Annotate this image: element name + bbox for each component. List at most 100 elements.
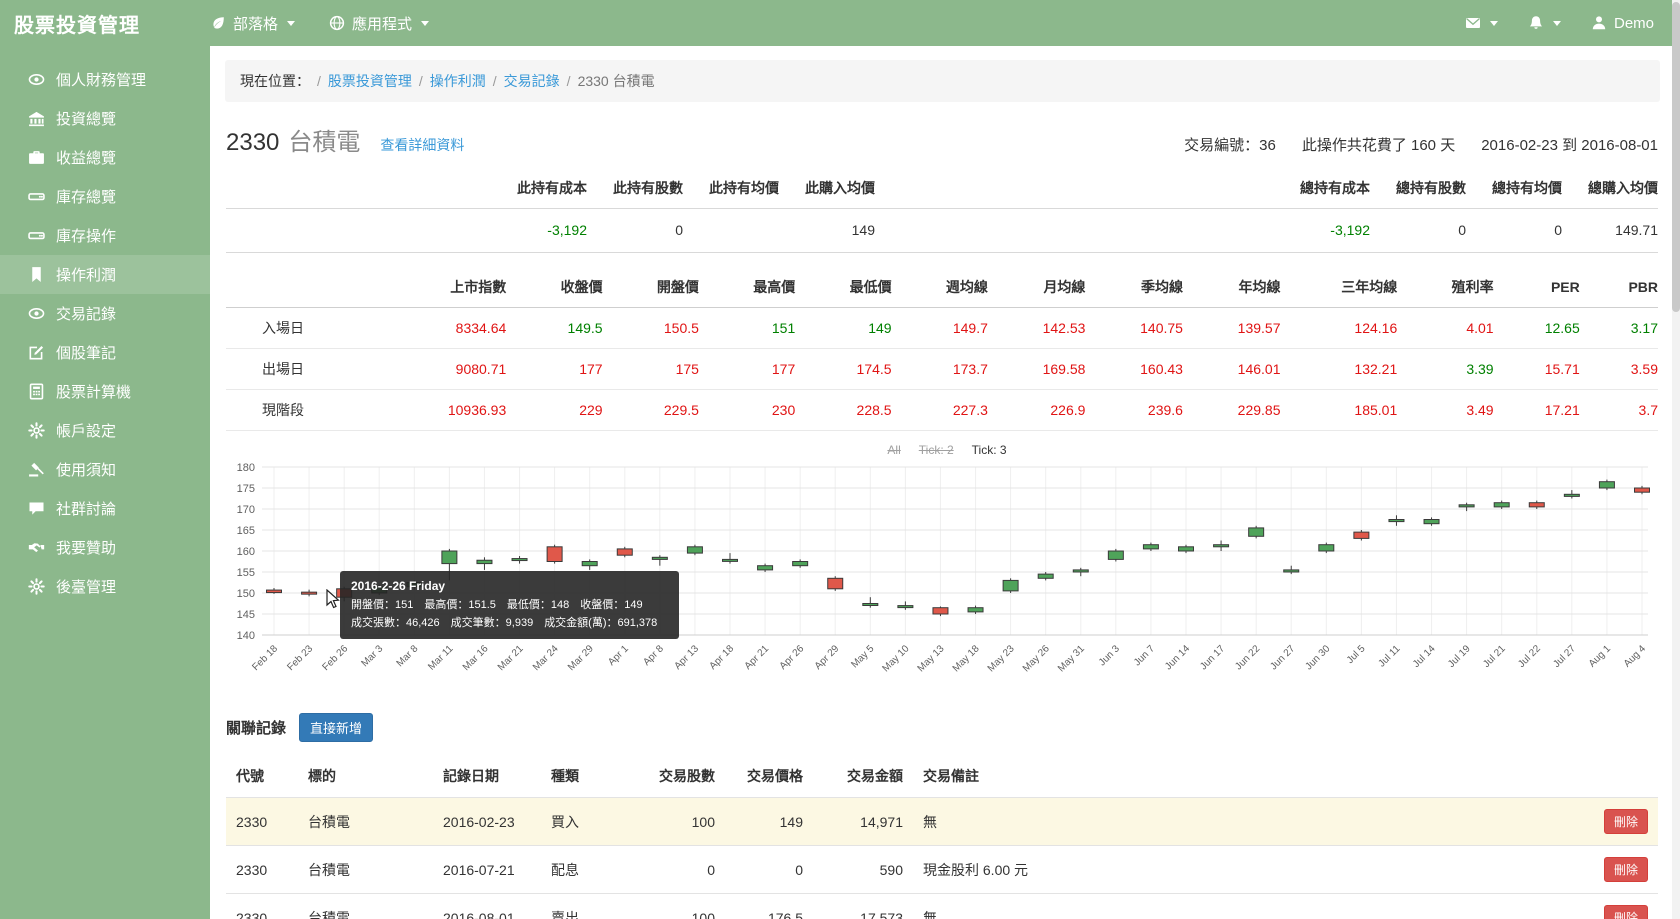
scrollbar-thumb[interactable] <box>1672 2 1680 312</box>
metrics-col-header: PBR <box>1579 267 1658 308</box>
sidebar-item-hdd[interactable]: 庫存總覽 <box>0 177 210 216</box>
candle[interactable] <box>897 605 914 609</box>
candle[interactable] <box>757 565 774 571</box>
tooltip-value: 最高價：151.5 <box>424 599 496 612</box>
metrics-value: 10936.93 <box>386 389 507 431</box>
tooltip-body: 開盤價：151 最高價：151.5 最低價：148 收盤價：149 成交張數：46,42… <box>351 597 668 632</box>
sidebar-item-hdd[interactable]: 庫存操作 <box>0 216 210 255</box>
candle[interactable] <box>1528 502 1545 508</box>
candle[interactable] <box>1142 544 1159 550</box>
metrics-value: 151 <box>698 307 796 349</box>
candle[interactable] <box>1353 531 1370 539</box>
delete-button[interactable]: 刪除 <box>1603 905 1648 919</box>
x-axis-label: Apr 29 <box>813 643 842 672</box>
candle[interactable] <box>1493 502 1510 508</box>
candle[interactable] <box>1037 573 1054 579</box>
table-row: 2330 台積電 2016-07-21 配息 0 0 590 現金股利 6.00 元刪除 <box>226 845 1658 894</box>
candle[interactable] <box>441 550 458 565</box>
related-cell: 2016-08-01 <box>433 893 541 919</box>
x-axis-label: Mar 21 <box>496 643 526 673</box>
legend-item[interactable]: Tick: 3 <box>972 443 1007 457</box>
candle[interactable] <box>932 607 949 615</box>
candle[interactable] <box>1423 519 1440 525</box>
candle[interactable] <box>1107 550 1124 560</box>
candle[interactable] <box>1563 493 1580 497</box>
candle[interactable] <box>266 589 282 594</box>
gavel-icon <box>28 461 45 478</box>
user-menu[interactable]: Demo <box>1591 15 1654 32</box>
sidebar-item-briefcase[interactable]: 收益總覽 <box>0 138 210 177</box>
chevron-down-icon <box>1489 20 1498 26</box>
metrics-value: 146.01 <box>1182 348 1281 390</box>
candle[interactable] <box>1283 569 1300 573</box>
related-col-header: 交易股數 <box>659 768 715 784</box>
metrics-value: 140.75 <box>1085 307 1183 349</box>
candle[interactable] <box>722 558 738 562</box>
sidebar-item-gear[interactable]: 後臺管理 <box>0 567 210 606</box>
delete-button[interactable]: 刪除 <box>1603 857 1648 882</box>
nav-menu-blog[interactable]: 部落格 <box>210 13 296 34</box>
messages-dropdown[interactable] <box>1465 15 1498 31</box>
candle[interactable] <box>792 561 809 567</box>
candle[interactable] <box>1178 546 1194 552</box>
sidebar-item-bookmark[interactable]: 操作利潤 <box>0 255 210 294</box>
candle[interactable] <box>651 556 668 560</box>
candle[interactable] <box>1388 519 1405 523</box>
candle[interactable] <box>1458 504 1475 508</box>
legend-item[interactable]: Tick: 2 <box>919 443 954 457</box>
candle[interactable] <box>1634 487 1650 493</box>
sidebar-item-bank[interactable]: 投資總覽 <box>0 99 210 138</box>
candle[interactable] <box>616 548 633 556</box>
view-detail-link[interactable]: 查看詳細資料 <box>380 135 464 155</box>
metrics-row-label: 入場日 <box>226 307 386 349</box>
candle[interactable] <box>581 561 598 567</box>
gear-icon <box>28 578 45 595</box>
metrics-value: 3.59 <box>1579 348 1658 390</box>
metrics-value: 12.65 <box>1493 307 1580 349</box>
sidebar-item-gavel[interactable]: 使用須知 <box>0 450 210 489</box>
sidebar-item-eye[interactable]: 個人財務管理 <box>0 60 210 99</box>
add-record-button[interactable]: 直接新增 <box>299 713 374 742</box>
related-heading: 關聯記錄 <box>226 720 287 737</box>
related-cell: 0 <box>725 845 813 894</box>
tooltip-value: 成交金額(萬)：691,378 <box>544 616 658 629</box>
sidebar-item-gear[interactable]: 帳戶設定 <box>0 411 210 450</box>
candle[interactable] <box>1213 544 1230 548</box>
metrics-row-label: 現階段 <box>226 389 386 431</box>
candle[interactable] <box>686 546 703 554</box>
breadcrumb-link[interactable]: 交易記錄 <box>504 73 560 89</box>
delete-button[interactable]: 刪除 <box>1603 809 1648 834</box>
breadcrumb-separator: / <box>566 73 571 89</box>
stock-code: 2330 <box>226 129 280 156</box>
tooltip-row: 成交張數：46,426 成交筆數：9,939 成交金額(萬)：691,378 <box>351 615 668 633</box>
candle[interactable] <box>1072 569 1089 573</box>
candle[interactable] <box>1248 527 1265 537</box>
sidebar-item-pencil[interactable]: 個股筆記 <box>0 333 210 372</box>
scrollbar[interactable] <box>1672 0 1680 919</box>
candle[interactable] <box>827 577 844 590</box>
candle[interactable] <box>476 559 493 565</box>
candle[interactable] <box>511 558 528 562</box>
y-axis-label: 140 <box>237 630 255 642</box>
chart-tooltip: 2016-2-26 Friday 開盤價：151 最高價：151.5 最低價：148… <box>340 571 680 640</box>
candle[interactable] <box>1002 579 1019 592</box>
sidebar-item-eye[interactable]: 交易記錄 <box>0 294 210 333</box>
sidebar-item-comment[interactable]: 社群討論 <box>0 489 210 528</box>
sidebar-item-handshake[interactable]: 我要贊助 <box>0 528 210 567</box>
candle[interactable] <box>967 607 984 613</box>
candle[interactable] <box>1598 481 1615 489</box>
nav-menu-apps[interactable]: 應用程式 <box>329 13 430 34</box>
legend-item[interactable]: All <box>887 443 900 457</box>
related-cell-actions: 刪除 <box>1588 845 1658 894</box>
holdings-col-header: 總持有均價 <box>1492 180 1562 196</box>
x-axis-label: Jul 27 <box>1551 643 1578 670</box>
candle[interactable] <box>301 591 318 595</box>
notifications-dropdown[interactable] <box>1528 15 1561 31</box>
candle[interactable] <box>546 546 563 563</box>
breadcrumb-link[interactable]: 操作利潤 <box>430 73 486 89</box>
breadcrumb-link[interactable]: 股票投資管理 <box>328 73 412 89</box>
breadcrumb-separator: / <box>492 73 497 89</box>
candle[interactable] <box>862 603 879 606</box>
sidebar-item-calculator[interactable]: 股票計算機 <box>0 372 210 411</box>
candle[interactable] <box>1318 544 1335 552</box>
